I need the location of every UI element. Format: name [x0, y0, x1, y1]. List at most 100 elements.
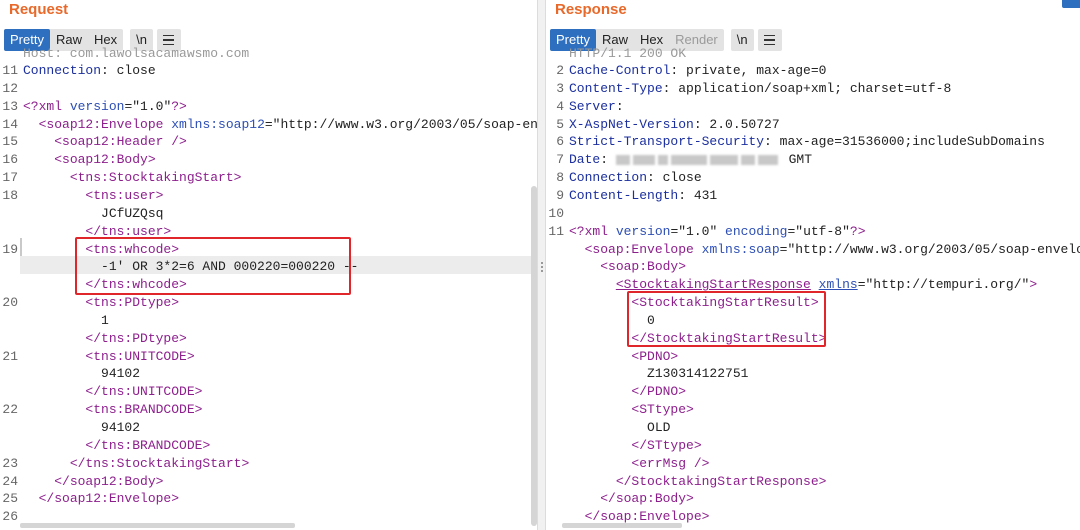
line-code: Connection: close [23, 62, 156, 80]
line-code: <tns:StocktakingStart> [23, 169, 242, 187]
response-code-line: OLD [546, 419, 1080, 437]
code-token: </PDNO> [631, 384, 687, 400]
line-number: 15 [2, 134, 18, 150]
code-token: <errMsg /> [631, 455, 710, 471]
code-token: version [69, 98, 125, 114]
result-highlight [627, 291, 826, 347]
redacted-date-value [615, 152, 781, 167]
code-token: GMT [780, 152, 813, 168]
line-number: 23 [2, 455, 18, 471]
response-hamburger-menu-icon[interactable] [757, 29, 782, 51]
request-code-line: 21 <tns:UNITCODE> [0, 348, 537, 366]
line-number: 2 [556, 63, 564, 78]
code-token: xmlns:soap [701, 241, 780, 257]
response-horizontal-scrollbar[interactable] [562, 523, 682, 528]
line-code: Strict-Transport-Security: max-age=31536… [569, 133, 1045, 151]
panel-layout-icon[interactable] [1062, 0, 1080, 8]
code-token: </tns:UNITCODE> [85, 384, 203, 400]
line-code: <tns:PDtype> [23, 294, 179, 312]
request-code-line: 16 <soap12:Body> [0, 151, 537, 169]
response-code-line: <soap:Envelope xmlns:soap="http://www.w3… [546, 241, 1080, 259]
code-token: ="utf-8" [787, 223, 850, 239]
line-number: 4 [556, 98, 564, 114]
line-number: 11 [2, 63, 18, 78]
request-horizontal-scrollbar[interactable] [20, 523, 295, 528]
whcode-injection-highlight [75, 237, 351, 295]
line-code: </tns:StocktakingStart> [23, 455, 249, 473]
code-token: : private, max-age=0 [670, 63, 827, 78]
line-code: <tns:user> [23, 187, 163, 205]
response-newline-toggle[interactable]: \n [730, 29, 754, 51]
code-token: </tns:PDtype> [85, 330, 187, 346]
line-code: <soap:Envelope xmlns:soap="http://www.w3… [569, 241, 1080, 259]
request-code-line: </tns:PDtype> [0, 330, 537, 348]
code-token: <soap:Body> [600, 259, 687, 275]
code-token: </tns:StocktakingStart> [69, 455, 250, 471]
code-token: ="1.0" [124, 98, 172, 114]
line-code: Server: [569, 98, 624, 116]
code-token: : 431 [678, 187, 718, 203]
code-token: : [615, 98, 624, 114]
line-code: 94102 [23, 365, 140, 383]
code-token: Connection [569, 170, 648, 186]
code-token: : close [647, 170, 702, 186]
line-code: <?xml version="1.0"?> [23, 98, 187, 116]
response-code-line: 6 Strict-Transport-Security: max-age=3153… [546, 133, 1080, 151]
line-code: 1 [23, 312, 109, 330]
line-code: <soap:Body> [569, 258, 686, 276]
code-token: </soap:Envelope> [584, 509, 710, 525]
line-number: 19 [2, 241, 18, 257]
code-token: </soap12:Envelope> [38, 491, 180, 507]
request-code-line: </tns:UNITCODE> [0, 383, 537, 401]
code-token: </STtype> [631, 437, 702, 453]
code-token: <tns:BRANDCODE> [85, 402, 203, 418]
code-token: </StocktakingStartResponse> [615, 473, 827, 489]
line-code: <errMsg /> [569, 455, 709, 473]
request-code-line: JCfUZQsq [0, 205, 537, 223]
response-pane: Response Pretty Raw Hex Render \n HTTP/1… [546, 0, 1080, 530]
request-pane: Request Pretty Raw Hex \n Host: com.lawo… [0, 0, 537, 530]
line-code: <tns:BRANDCODE> [23, 401, 202, 419]
line-number: 7 [556, 152, 564, 168]
response-code-line: <PDNO> [546, 348, 1080, 366]
response-code-line: 9 Content-Length: 431 [546, 187, 1080, 205]
code-token: <tns:UNITCODE> [85, 348, 195, 364]
line-code: </STtype> [569, 437, 702, 455]
request-code-line: 11 Connection: close [0, 62, 537, 80]
code-token: X-AspNet-Version [569, 116, 694, 132]
line-number: 25 [2, 491, 18, 507]
request-code-line: 25 </soap12:Envelope> [0, 490, 537, 508]
code-token: <?xml [23, 98, 63, 114]
redaction-block [757, 154, 778, 165]
code-token: Connection [23, 63, 102, 78]
redaction-block [657, 154, 668, 165]
line-code: Z130314122751 [569, 365, 748, 383]
divider-grip-icon[interactable] [541, 262, 543, 272]
code-token: Cache-Control [569, 63, 671, 78]
code-token: </soap12:Body> [54, 473, 164, 489]
request-code-line: 23 </tns:StocktakingStart> [0, 455, 537, 473]
response-code-line: <STtype> [546, 401, 1080, 419]
request-code-line: 18 <tns:user> [0, 187, 537, 205]
code-token: </soap:Body> [600, 491, 694, 507]
line-code: </tns:PDtype> [23, 330, 187, 348]
request-title: Request [9, 1, 69, 18]
pane-divider[interactable] [537, 0, 546, 530]
line-code: </soap12:Body> [23, 473, 163, 491]
redaction-block [670, 154, 707, 165]
